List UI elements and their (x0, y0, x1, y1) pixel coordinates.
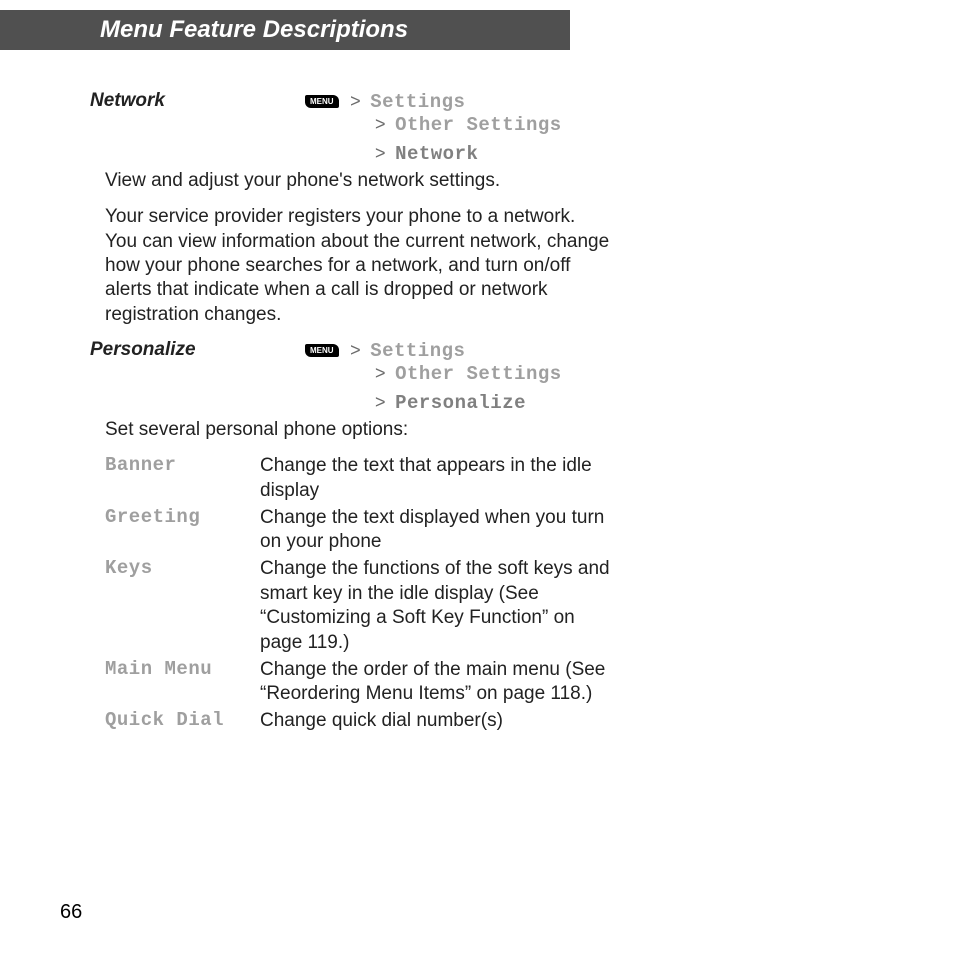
feature-title: Network (90, 90, 305, 165)
menu-key-icon: MENU (305, 95, 339, 108)
chevron-right-icon: > (375, 392, 386, 412)
option-name: Quick Dial (105, 709, 260, 734)
option-desc: Change quick dial number(s) (260, 709, 610, 734)
nav-path: MENU > Settings > Other Settings > Perso… (305, 339, 610, 414)
page-header: Menu Feature Descriptions (0, 10, 570, 50)
option-desc: Change the order of the main menu (See “… (260, 658, 610, 707)
path-step: Other Settings (395, 363, 562, 385)
option-row: Keys Change the functions of the soft ke… (105, 557, 610, 656)
option-row: Banner Change the text that appears in t… (105, 454, 610, 503)
path-step: Other Settings (395, 114, 562, 136)
body-text: Your service provider registers your pho… (105, 205, 610, 327)
menu-key-icon: MENU (305, 344, 339, 357)
option-name: Banner (105, 454, 260, 503)
chevron-right-icon: > (375, 114, 386, 134)
content-area: Network MENU > Settings > Other Settings… (90, 90, 610, 736)
path-step: Settings (370, 91, 465, 113)
feature-network: Network MENU > Settings > Other Settings… (90, 90, 610, 165)
option-row: Greeting Change the text displayed when … (105, 506, 610, 555)
feature-personalize: Personalize MENU > Settings > Other Sett… (90, 339, 610, 414)
chevron-right-icon: > (375, 143, 386, 163)
option-row: Quick Dial Change quick dial number(s) (105, 709, 610, 734)
path-step-current: Personalize (395, 392, 526, 414)
body-text: View and adjust your phone's network set… (105, 169, 610, 193)
option-name: Keys (105, 557, 260, 656)
chevron-right-icon: > (375, 363, 386, 383)
chevron-right-icon: > (350, 340, 361, 360)
page: Menu Feature Descriptions Network MENU >… (0, 0, 954, 954)
page-number: 66 (60, 901, 82, 924)
option-name: Main Menu (105, 658, 260, 707)
path-step: Settings (370, 340, 465, 362)
option-desc: Change the text displayed when you turn … (260, 506, 610, 555)
nav-path: MENU > Settings > Other Settings > Netwo… (305, 90, 610, 165)
feature-title: Personalize (90, 339, 305, 414)
option-name: Greeting (105, 506, 260, 555)
chevron-right-icon: > (350, 91, 361, 111)
option-row: Main Menu Change the order of the main m… (105, 658, 610, 707)
path-step-current: Network (395, 143, 478, 165)
option-desc: Change the functions of the soft keys an… (260, 557, 610, 656)
body-text: Set several personal phone options: (105, 418, 610, 442)
option-desc: Change the text that appears in the idle… (260, 454, 610, 503)
